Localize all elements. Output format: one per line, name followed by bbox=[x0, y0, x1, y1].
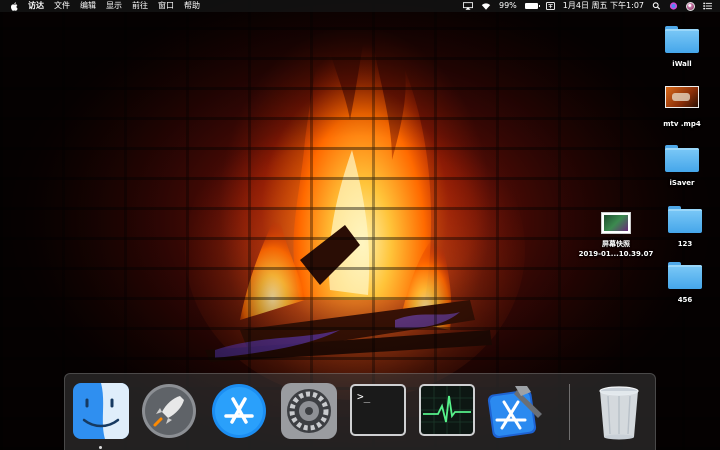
input-method-icon[interactable] bbox=[545, 2, 555, 10]
desktop-icon-label: mtv .mp4 bbox=[663, 120, 701, 128]
battery-percent: 99% bbox=[498, 1, 517, 10]
menu-edit[interactable]: 编辑 bbox=[80, 0, 96, 12]
dock-app-store[interactable] bbox=[210, 382, 268, 440]
desktop-icon-label: 123 bbox=[677, 240, 693, 248]
dock-trash[interactable] bbox=[590, 382, 648, 440]
desktop-icon-label-line1: 屏幕快照 bbox=[602, 240, 630, 248]
apple-icon[interactable] bbox=[10, 1, 18, 11]
menu-app-name[interactable]: 访达 bbox=[28, 0, 44, 12]
dock-xcode[interactable] bbox=[487, 380, 545, 438]
dock-launchpad[interactable] bbox=[140, 382, 198, 440]
folder-icon bbox=[668, 262, 702, 289]
menu-file[interactable]: 文件 bbox=[54, 0, 70, 12]
trash-icon bbox=[599, 386, 639, 440]
dock-terminal[interactable]: >_ bbox=[349, 382, 407, 440]
desktop-folder-isaver[interactable]: iSaver bbox=[654, 145, 710, 188]
launchpad-icon bbox=[142, 384, 196, 438]
desktop-icon-label-line2: 2019-01...10.39.07 bbox=[578, 250, 654, 258]
desktop-icon-label: iSaver bbox=[669, 179, 695, 187]
app-store-icon bbox=[212, 384, 266, 438]
desktop-icon-label: 456 bbox=[677, 296, 693, 304]
menu-help[interactable]: 帮助 bbox=[184, 0, 200, 12]
dock-separator bbox=[569, 384, 570, 440]
battery-fill bbox=[525, 4, 537, 8]
airplay-icon[interactable] bbox=[462, 2, 473, 10]
menu-window[interactable]: 窗口 bbox=[158, 0, 174, 12]
menu-go[interactable]: 前往 bbox=[132, 0, 148, 12]
terminal-icon: >_ bbox=[350, 384, 406, 436]
menu-view[interactable]: 显示 bbox=[106, 0, 122, 12]
folder-icon bbox=[665, 26, 699, 53]
folder-icon bbox=[668, 206, 702, 233]
desktop-file-screenshot[interactable]: 屏幕快照 2019-01...10.39.07 bbox=[578, 212, 654, 259]
terminal-prompt: >_ bbox=[357, 390, 371, 403]
finder-icon bbox=[73, 383, 129, 439]
battery-icon[interactable] bbox=[524, 3, 540, 9]
desktop-file-mtv[interactable]: mtv .mp4 bbox=[654, 86, 710, 129]
finder-running-indicator bbox=[99, 446, 102, 449]
system-preferences-icon bbox=[281, 383, 337, 439]
wifi-icon[interactable] bbox=[481, 2, 491, 10]
menu-bar: 访达 文件 编辑 显示 前往 窗口 帮助 99% 1月4日 周五 下午1:07 bbox=[0, 0, 720, 12]
menu-bar-status-area: 99% 1月4日 周五 下午1:07 bbox=[455, 0, 712, 12]
notification-center-icon[interactable] bbox=[703, 2, 712, 10]
activity-monitor-icon bbox=[419, 384, 475, 436]
video-thumbnail-icon bbox=[665, 86, 699, 108]
siri-icon[interactable] bbox=[669, 2, 678, 10]
dock-finder[interactable] bbox=[72, 382, 130, 440]
screenshot-thumbnail-icon bbox=[601, 212, 631, 234]
dock-activity-monitor[interactable] bbox=[418, 382, 476, 440]
desktop-folder-123[interactable]: 123 bbox=[657, 206, 713, 249]
date-time[interactable]: 1月4日 周五 下午1:07 bbox=[563, 0, 644, 12]
dock-system-preferences[interactable] bbox=[280, 382, 338, 440]
folder-icon bbox=[665, 145, 699, 172]
xcode-icon bbox=[487, 386, 542, 438]
desktop-folder-iwall[interactable]: iWall bbox=[654, 26, 710, 69]
desktop-folder-456[interactable]: 456 bbox=[657, 262, 713, 305]
search-icon[interactable] bbox=[652, 2, 661, 10]
user-avatar-icon[interactable] bbox=[686, 1, 695, 11]
desktop-icon-label: iWall bbox=[672, 60, 692, 68]
